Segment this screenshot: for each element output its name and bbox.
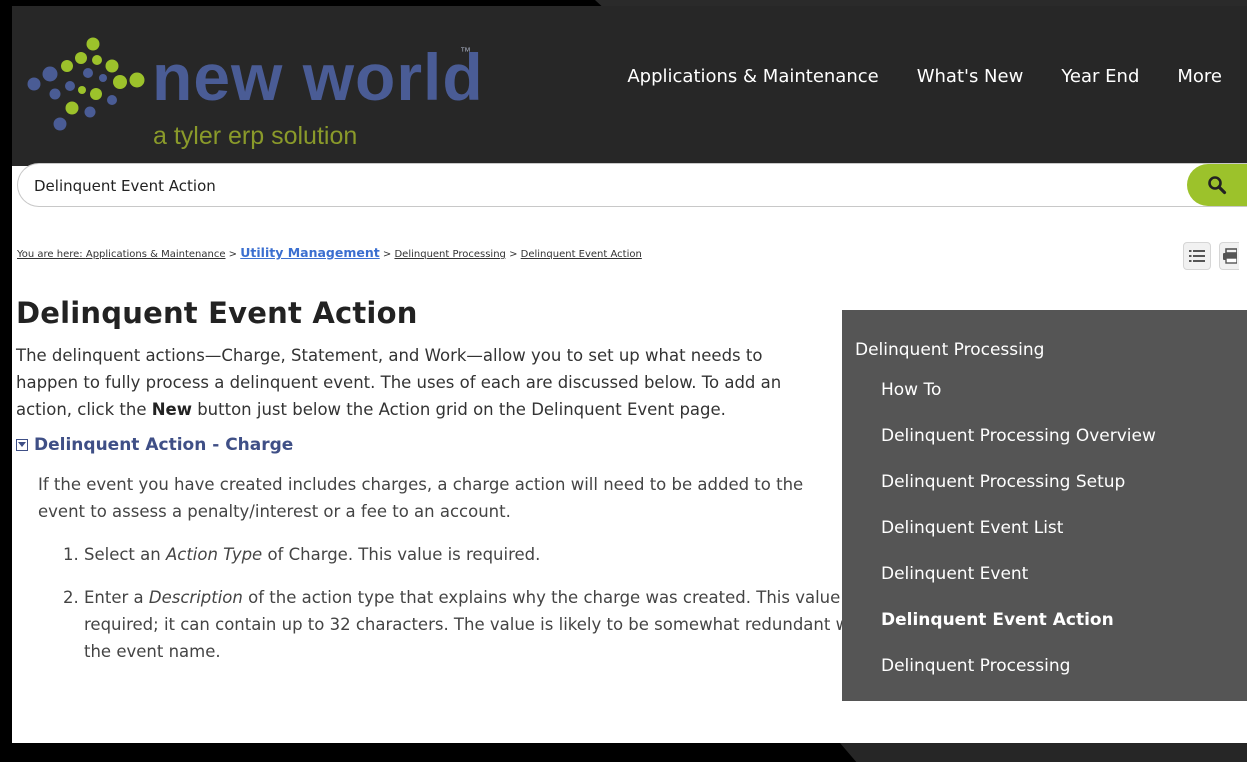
list-item: Select an Action Type of Charge. This va… — [84, 541, 884, 568]
main-content: Delinquent Event Action The delinquent a… — [16, 296, 871, 681]
steps-list: Select an Action Type of Charge. This va… — [16, 541, 884, 665]
side-nav-panel: Delinquent Processing How To Delinquent … — [842, 310, 1247, 701]
nav-year-end[interactable]: Year End — [1061, 66, 1139, 87]
section-toggle-charge[interactable]: Delinquent Action - Charge — [16, 435, 816, 455]
breadcrumb-separator: > — [505, 249, 521, 260]
side-nav-item-event[interactable]: Delinquent Event — [881, 564, 1156, 610]
dots-logo-icon — [27, 37, 145, 131]
side-nav-item-setup[interactable]: Delinquent Processing Setup — [881, 472, 1156, 518]
breadcrumb-separator: > — [225, 249, 241, 260]
side-nav-item-event-action[interactable]: Delinquent Event Action — [881, 610, 1156, 656]
nav-more[interactable]: More — [1177, 66, 1222, 87]
breadcrumb-current-page[interactable]: Delinquent Event Action — [521, 249, 642, 260]
help-page: new world ™ a tyler erp solution Applica… — [12, 6, 1247, 743]
print-icon — [1222, 248, 1237, 264]
breadcrumb-utility-management[interactable]: Utility Management — [240, 245, 379, 260]
section-body: If the event you have created includes c… — [38, 475, 804, 521]
search-button[interactable] — [1187, 164, 1247, 206]
screen-bezel-left — [0, 0, 12, 762]
side-nav-item-overview[interactable]: Delinquent Processing Overview — [881, 426, 1156, 472]
screen-bezel-bottom-accent — [840, 743, 1247, 762]
nav-applications-maintenance[interactable]: Applications & Maintenance — [627, 66, 878, 87]
logo-trademark: ™ — [460, 46, 471, 58]
breadcrumb-delinquent-processing[interactable]: Delinquent Processing — [394, 249, 505, 260]
page-title: Delinquent Event Action — [16, 296, 418, 330]
search-icon — [1208, 176, 1227, 195]
breadcrumb-separator: > — [379, 249, 395, 260]
side-nav-item-how-to[interactable]: How To — [881, 380, 1156, 426]
breadcrumb-prefix-applications-maintenance[interactable]: You are here: Applications & Maintenance — [17, 249, 226, 260]
breadcrumb: You are here: Applications & Maintenance… — [17, 245, 642, 260]
list-item: Enter a Description of the action type t… — [84, 584, 884, 665]
intro-paragraph: The delinquent actions—Charge, Statement… — [16, 346, 782, 419]
side-nav-item-delinquent-processing[interactable]: Delinquent Processing — [881, 656, 1156, 702]
print-button[interactable] — [1219, 242, 1239, 270]
logo-wordmark: new world — [152, 40, 484, 114]
logo-tagline: a tyler erp solution — [153, 122, 358, 150]
side-nav-list: How To Delinquent Processing Overview De… — [881, 380, 1156, 702]
site-header: new world ™ a tyler erp solution Applica… — [12, 6, 1247, 166]
search-bar — [18, 164, 1247, 208]
toc-button[interactable] — [1183, 242, 1211, 270]
collapse-icon — [16, 439, 28, 451]
side-nav-item-event-list[interactable]: Delinquent Event List — [881, 518, 1156, 564]
section-title: Delinquent Action - Charge — [34, 435, 294, 455]
side-nav-heading[interactable]: Delinquent Processing — [855, 340, 1044, 360]
new-button-reference: New — [151, 400, 192, 419]
page-toolbar — [1183, 242, 1239, 270]
top-nav: Applications & Maintenance What's New Ye… — [627, 66, 1222, 87]
brand-logo[interactable]: new world ™ a tyler erp solution — [20, 28, 490, 158]
search-input[interactable] — [32, 164, 1176, 208]
list-icon — [1189, 250, 1205, 262]
nav-whats-new[interactable]: What's New — [917, 66, 1024, 87]
